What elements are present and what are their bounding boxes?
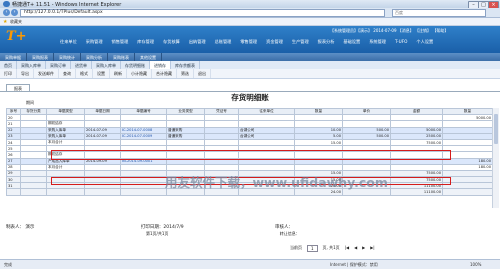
toolbar-button[interactable]: 打印	[0, 69, 17, 78]
highlight-box-purchase	[51, 150, 451, 160]
main-menu-item[interactable]: 系统管理	[369, 39, 386, 47]
pager-label: 当前页	[290, 245, 302, 250]
toolbar-button[interactable]: 导出	[17, 69, 34, 78]
main-menu-item[interactable]: 个人设置	[416, 39, 433, 47]
table-cell	[84, 188, 121, 196]
prev-page-icon[interactable]: ◀	[354, 245, 357, 252]
main-menu-item[interactable]: 生产管理	[292, 39, 309, 47]
main-menu-item[interactable]: 报表分析	[318, 39, 335, 47]
star-icon[interactable]: ★	[3, 19, 7, 25]
transfer-label: 转让信息：	[279, 231, 300, 236]
search-input[interactable]: 百度	[392, 9, 486, 17]
main-menu-item[interactable]: 基础设置	[343, 39, 360, 47]
sub-menu-item[interactable]: 采购报表	[27, 53, 54, 61]
app-logo: T+	[6, 29, 27, 44]
page-number-input[interactable]: 1	[307, 245, 318, 252]
main-menu-item[interactable]: 零售管理	[240, 39, 257, 47]
app-header: T+ 【系统管理员】【演示】 2014-07-09 【消息】 【注销】 【帮助】…	[0, 26, 500, 53]
forward-icon[interactable]: ›	[11, 9, 18, 16]
table-cell	[120, 188, 167, 196]
page-info: 第1页/共1页	[146, 231, 169, 236]
sub-menu-item[interactable]: 其他设置	[135, 53, 162, 61]
first-page-icon[interactable]: |◀	[345, 245, 349, 252]
favorites-bar: ★ 收藏夹	[0, 18, 500, 26]
tab[interactable]: 采购入库单	[92, 61, 121, 69]
toolbar-button[interactable]: 筛选	[177, 69, 194, 78]
toolbar-button[interactable]: 小计隐藏	[127, 69, 152, 78]
main-menu-item[interactable]: 资金管理	[266, 39, 283, 47]
toolbar-button[interactable]: 格式	[76, 69, 93, 78]
tab[interactable]: 进货单	[71, 61, 92, 69]
toolbar-button[interactable]: 查询	[59, 69, 76, 78]
table-cell	[46, 188, 85, 196]
user-info: 【系统管理员】【演示】 2014-07-09 【消息】 【注销】 【帮助】	[330, 28, 449, 33]
main-menu-item[interactable]: T-UFO	[395, 39, 407, 47]
main-menu: 往来单位 采购管理 销售管理 库存管理 存货核算 出纳管理 总账管理 零售管理 资金管理 生产管理…	[60, 39, 433, 47]
table-cell	[20, 188, 47, 196]
back-icon[interactable]: ‹	[3, 9, 10, 16]
tab[interactable]: 存货明细账	[121, 61, 150, 69]
pager: 当前页 1 页, 共1页 |◀ ◀ ▶ ▶|	[290, 245, 375, 252]
sub-menu: 采购单据 采购报表 采购统计 采购分析 采购账表 其他设置	[0, 53, 500, 61]
favorites-label[interactable]: 收藏夹	[10, 19, 22, 25]
next-page-icon[interactable]: ▶	[362, 245, 365, 252]
ie-icon	[3, 1, 10, 7]
audit-label: 审核人：	[275, 225, 294, 230]
sub-menu-item[interactable]: 采购分析	[81, 53, 108, 61]
table-cell	[6, 188, 21, 196]
main-menu-item[interactable]: 出纳管理	[189, 39, 206, 47]
security-zone: Internet | 保护模式：禁用	[330, 262, 378, 267]
vertical-scrollbar[interactable]	[492, 108, 499, 208]
print-date: 打印日期：2014/7/9	[140, 225, 184, 230]
main-menu-item[interactable]: 存货核算	[163, 39, 180, 47]
table-cell: 11100.00	[390, 188, 443, 196]
window-title: 畅捷通T+ 11.51 - Windows Internet Explorer	[12, 2, 122, 8]
main-menu-item[interactable]: 往来单位	[60, 39, 77, 47]
address-bar-row: ‹ › http://127.0.0.1/TPlus/Default.aspx …	[0, 8, 500, 18]
report-title: 存货明细账	[231, 93, 269, 102]
tab[interactable]: 采购入库单	[17, 61, 46, 69]
window-titlebar: 畅捷通T+ 11.51 - Windows Internet Explorer …	[0, 0, 500, 9]
tab[interactable]: 采购订单	[46, 61, 71, 69]
scroll-thumb[interactable]	[494, 114, 498, 144]
main-menu-item[interactable]: 库存管理	[137, 39, 154, 47]
main-menu-item[interactable]: 总账管理	[215, 39, 232, 47]
sub-menu-item[interactable]: 采购统计	[54, 53, 81, 61]
address-input[interactable]: http://127.0.0.1/TPlus/Default.aspx	[20, 9, 385, 17]
status-text: 完成	[4, 262, 12, 267]
toolbar-button[interactable]: 合计隐藏	[152, 69, 177, 78]
tab[interactable]: 库存余额表	[171, 61, 200, 69]
watermark: 用友软件下载，www.ufidawhy.com	[165, 175, 388, 190]
zoom-level[interactable]: 100%	[470, 262, 481, 267]
page-info-row: 第1页/共1页 转让信息：	[6, 231, 300, 237]
toolbar-button[interactable]: 设置	[93, 69, 110, 78]
pager-total: 页, 共1页	[322, 245, 340, 250]
table-cell	[442, 188, 493, 196]
toolbar-button[interactable]: 发送邮件	[34, 69, 59, 78]
main-menu-item[interactable]: 销售管理	[112, 39, 129, 47]
tab[interactable]: 首页	[0, 61, 17, 69]
report-footer: 制表人： 演示 打印日期：2014/7/9 审核人：	[6, 224, 293, 230]
toolbar-button[interactable]: 退出	[194, 69, 211, 78]
last-page-icon[interactable]: ▶|	[370, 245, 374, 252]
report-toolbar: 打印 导出 发送邮件 查询 格式 设置 刷新 小计隐藏 合计隐藏 筛选 退出	[0, 69, 500, 79]
sub-menu-item[interactable]: 采购账表	[108, 53, 135, 61]
maker-label: 制表人： 演示	[6, 225, 35, 230]
sub-menu-item[interactable]: 采购单据	[0, 53, 27, 61]
period-label: 期间	[26, 100, 34, 105]
toolbar-button[interactable]: 刷新	[110, 69, 127, 78]
main-menu-item[interactable]: 采购管理	[86, 39, 103, 47]
tab[interactable]: 进销存	[150, 61, 171, 69]
